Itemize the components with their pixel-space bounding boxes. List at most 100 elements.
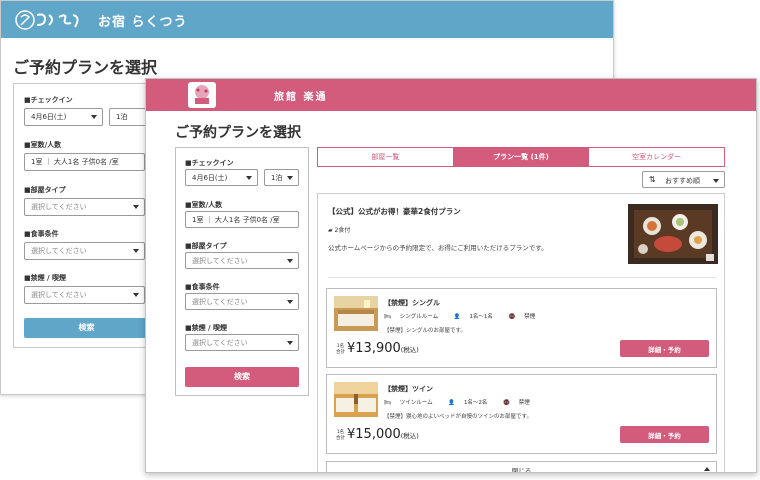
chevron-down-icon (287, 299, 293, 304)
person-icon: 👤 (453, 314, 461, 320)
bed-icon: 🛏 (384, 314, 391, 320)
close-label: 閉じる (511, 467, 532, 473)
front-brand-name: 旅館 楽通 (274, 92, 328, 103)
front-header: 旅館 楽通 (146, 79, 756, 111)
room-price: ¥15,000(税込) (347, 427, 419, 442)
twin-room-photo[interactable] (334, 382, 378, 417)
room-info: 🛏 シングルルーム 👤 1名～1名 🚭 禁煙 (384, 312, 549, 320)
back-page-title: ご予約プランを選択 (13, 58, 158, 77)
front-roomtype-placeholder: 選択してください (192, 256, 248, 265)
plan-meal-label: 2食付 (334, 227, 351, 234)
sort-icon: ⇅ (649, 175, 656, 184)
chevron-down-icon (133, 249, 139, 253)
room-price: ¥13,900(税込) (347, 341, 419, 356)
chevron-up-icon (704, 467, 710, 471)
room-name: 【禁煙】シングル (384, 299, 440, 307)
front-meal-label: ■食事条件 (185, 283, 220, 291)
meal-icon: ▰ (328, 227, 333, 234)
rakutsu-logo (15, 10, 79, 30)
plan-card: 【公式】公式がお得！豪華2食付プラン ▰ 2食付 公式ホームページからの予約限定… (317, 193, 725, 473)
plan-divider (328, 277, 716, 278)
person-icon: 👤 (448, 400, 456, 406)
chevron-down-icon (287, 258, 293, 263)
front-search-panel: ■チェックイン 4月6日(土) 1泊 ■室数/人数 1室 ｜ 大人1名 子供0名… (175, 147, 309, 396)
back-smoking-select[interactable]: 選択してください (24, 286, 145, 304)
front-rooms-select[interactable]: 1室 ｜ 大人1名 子供0名 /室 (185, 211, 299, 228)
back-rooms-value: 1室 ｜ 大人1名 子供0名 /室 (31, 158, 119, 166)
tab-availability-calendar[interactable]: 空室カレンダー (589, 148, 724, 166)
front-smoking-label: ■禁煙 / 喫煙 (185, 324, 228, 332)
plan-title: 【公式】公式がお得！豪華2食付プラン (328, 207, 461, 216)
no-smoking-icon: 🚭 (508, 314, 516, 320)
per-person-label: 1名合計 (336, 344, 345, 355)
front-smoking-placeholder: 選択してください (192, 338, 248, 347)
front-meal-placeholder: 選択してください (192, 297, 248, 306)
room-smoking: 禁煙 (518, 400, 530, 406)
back-smoking-placeholder: 選択してください (31, 291, 87, 299)
room-card-single: 【禁煙】シングル 🛏 シングルルーム 👤 1名～1名 🚭 禁煙 【禁煙】シングル… (326, 288, 717, 368)
tab-plan-list[interactable]: プラン一覧 (1件) (453, 148, 590, 166)
single-room-photo[interactable] (334, 296, 378, 331)
back-checkin-date-select[interactable]: 4月6日(土) (24, 108, 103, 126)
result-tabs: 部屋一覧 プラン一覧 (1件) 空室カレンダー (317, 147, 725, 167)
detail-reserve-button[interactable]: 詳細・予約 (620, 340, 709, 357)
back-roomtype-select[interactable]: 選択してください (24, 198, 145, 216)
chevron-down-icon (246, 175, 252, 180)
chevron-down-icon (133, 293, 139, 297)
front-page-title: ご予約プランを選択 (175, 125, 301, 141)
room-capacity: 1名～1名 (469, 314, 493, 320)
room-description: 【禁煙】シングルのお部屋です。 (384, 328, 466, 334)
chevron-down-icon (713, 179, 719, 183)
plan-meal: ▰ 2食付 (328, 225, 350, 234)
chevron-down-icon (287, 175, 293, 180)
bed-icon: 🛏 (384, 400, 391, 406)
front-window: 旅館 楽通 ご予約プランを選択 ■チェックイン 4月6日(土) 1泊 ■室数/人… (145, 78, 757, 473)
back-roomtype-label: ■部屋タイプ (24, 186, 66, 194)
sort-value: おすすめ順 (665, 177, 700, 185)
back-nights-value: 1泊 (116, 113, 128, 121)
room-name: 【禁煙】ツイン (384, 385, 433, 393)
front-rooms-value: 1室 ｜ 大人1名 子供0名 /室 (192, 215, 280, 224)
sort-select[interactable]: ⇅ おすすめ順 (642, 171, 725, 188)
back-rooms-label: ■室数/人数 (24, 141, 62, 149)
plan-food-photo[interactable] (628, 204, 718, 264)
back-search-button[interactable]: 検索 (24, 318, 149, 338)
back-meal-label: ■食事条件 (24, 230, 59, 238)
room-capacity: 1名～2名 (463, 400, 488, 406)
tax-label: (税込) (400, 346, 419, 354)
per-person-label: 1名合計 (336, 430, 345, 441)
room-description: 【禁煙】寝心地のよいベッドが自慢のツインのお部屋です。 (384, 414, 532, 420)
close-rooms-button[interactable]: 閉じる (326, 461, 717, 473)
back-header: お宿 らくつう (1, 1, 613, 38)
front-checkin-label: ■チェックイン (185, 159, 234, 167)
front-smoking-select[interactable]: 選択してください (185, 334, 299, 351)
tax-label: (税込) (400, 432, 419, 440)
back-meal-select[interactable]: 選択してください (24, 242, 145, 260)
room-info: 🛏 ツインルーム 👤 1名～2名 🚭 禁煙 (384, 398, 544, 406)
back-smoking-label: ■禁煙 / 喫煙 (24, 274, 67, 282)
room-type: シングルルーム (399, 314, 439, 320)
front-meal-select[interactable]: 選択してください (185, 293, 299, 310)
room-card-twin: 【禁煙】ツイン 🛏 ツインルーム 👤 1名～2名 🚭 禁煙 【禁煙】寝心地のよい… (326, 374, 717, 454)
ryokan-logo (188, 82, 216, 108)
back-meal-placeholder: 選択してください (31, 247, 87, 255)
chevron-down-icon (91, 115, 97, 119)
front-search-button[interactable]: 検索 (185, 367, 299, 387)
back-nights-select[interactable]: 1泊 (109, 108, 149, 126)
room-type: ツインルーム (399, 400, 433, 406)
back-checkin-date-value: 4月6日(土) (31, 113, 67, 121)
room-price-value: ¥13,900 (347, 341, 401, 356)
front-checkin-date-select[interactable]: 4月6日(土) (185, 169, 258, 186)
front-nights-select[interactable]: 1泊 (264, 169, 299, 186)
back-rooms-select[interactable]: 1室 ｜ 大人1名 子供0名 /室 (24, 153, 145, 171)
front-rooms-label: ■室数/人数 (185, 201, 223, 209)
back-brand-name: お宿 らくつう (98, 15, 188, 30)
tab-room-list[interactable]: 部屋一覧 (318, 148, 454, 166)
detail-reserve-button[interactable]: 詳細・予約 (620, 426, 709, 443)
plan-description: 公式ホームページからの予約限定で、お得にご利用いただけるプランです。 (328, 244, 548, 252)
back-search-panel: ■チェックイン 4月6日(土) 1泊 ■室数/人数 1室 ｜ 大人1名 子供0名… (13, 83, 158, 348)
chevron-down-icon (133, 205, 139, 209)
front-roomtype-select[interactable]: 選択してください (185, 252, 299, 269)
front-nights-value: 1泊 (271, 173, 283, 182)
room-smoking: 禁煙 (524, 314, 536, 320)
